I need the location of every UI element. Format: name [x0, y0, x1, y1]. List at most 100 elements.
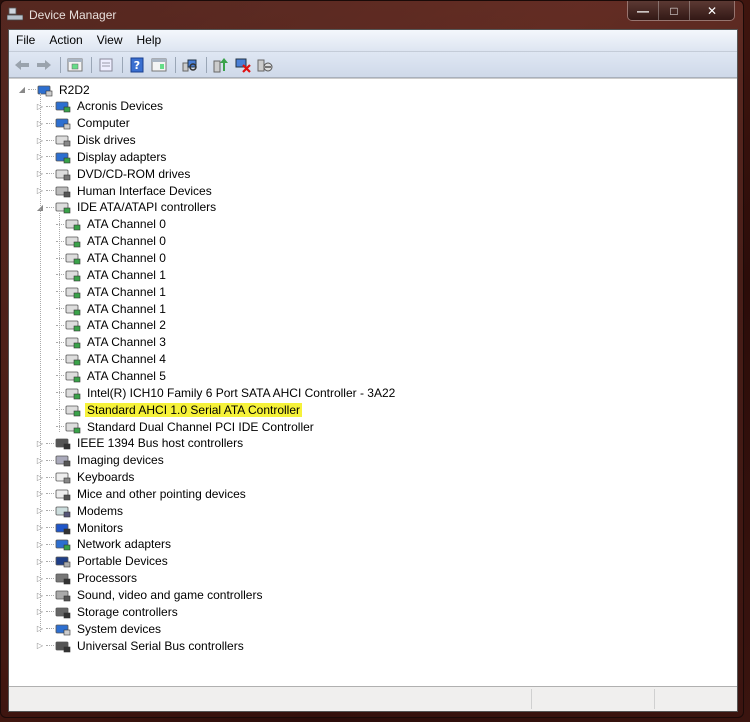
show-action-pane-button[interactable]	[149, 56, 169, 74]
tree-connector	[46, 543, 54, 545]
tree-item-label: Sound, video and game controllers	[77, 588, 263, 602]
uninstall-device-button[interactable]	[233, 56, 253, 74]
show-hide-console-tree-button[interactable]	[65, 56, 85, 74]
toolbar-separator	[206, 56, 207, 73]
tree-device[interactable]: ATA Channel 2	[55, 317, 168, 334]
tree-connector	[56, 324, 64, 326]
tree-connector	[46, 190, 54, 192]
tree-device[interactable]: ATA Channel 1	[55, 266, 168, 283]
tree-category[interactable]: ▷ Display adapters	[35, 148, 168, 165]
tree-connector	[46, 139, 54, 141]
tree-category[interactable]: ▷ Monitors	[35, 519, 125, 536]
toolbar-separator	[60, 56, 61, 73]
tree-device[interactable]: ATA Channel 4	[55, 351, 168, 368]
toolbar-separator	[122, 56, 123, 73]
toolbar: ?	[9, 52, 737, 79]
tree-device[interactable]: ATA Channel 0	[55, 250, 168, 267]
tree-connector	[46, 476, 54, 478]
back-button[interactable]	[12, 56, 32, 74]
tree-item-label: ATA Channel 0	[87, 234, 166, 249]
menu-file[interactable]: File	[9, 30, 42, 51]
ata-icon	[65, 354, 81, 366]
tree-category[interactable]: ▷ Portable Devices	[35, 553, 170, 570]
tree-category[interactable]: ◢ IDE ATA/ATAPI controllers	[35, 199, 218, 216]
tree-item-label: Standard Dual Channel PCI IDE Controller	[87, 419, 314, 434]
properties-button[interactable]	[96, 56, 116, 74]
tree-category[interactable]: ▷ System devices	[35, 620, 163, 637]
disable-device-button[interactable]	[255, 56, 275, 74]
menu-action[interactable]: Action	[42, 30, 89, 51]
ata-icon	[65, 270, 81, 282]
collapse-arrow-icon[interactable]: ◢	[17, 85, 27, 94]
tree-guide-line	[59, 212, 60, 432]
close-button[interactable]: ✕	[689, 1, 734, 20]
tree-category[interactable]: ▷ Storage controllers	[35, 603, 180, 620]
tree-item-label: Mice and other pointing devices	[77, 486, 246, 501]
tree-category[interactable]: ▷ Mice and other pointing devices	[35, 485, 248, 502]
tree-device[interactable]: ATA Channel 1	[55, 283, 168, 300]
tree-category[interactable]: ▷ Computer	[35, 115, 132, 132]
tree-category[interactable]: ▷ Disk drives	[35, 132, 138, 149]
tree-connector	[46, 156, 54, 158]
tree-device[interactable]: Standard Dual Channel PCI IDE Controller	[55, 418, 316, 435]
tree-category[interactable]: ▷ Modems	[35, 502, 125, 519]
tree-item-label: Processors	[77, 571, 138, 586]
tree-connector	[46, 122, 54, 124]
tree-category[interactable]: ▷ Human Interface Devices	[35, 182, 214, 199]
tree-connector	[56, 341, 64, 343]
tree-category[interactable]: ▷ IEEE 1394 Bus host controllers	[35, 435, 245, 452]
tree-connector	[46, 577, 54, 579]
forward-arrow-icon	[37, 59, 51, 70]
tree-device[interactable]: ATA Channel 1	[55, 300, 168, 317]
help-button[interactable]: ?	[127, 56, 147, 74]
tree-connector	[56, 375, 64, 377]
tree-connector	[46, 493, 54, 495]
expand-arrow-icon[interactable]: ▷	[35, 641, 45, 650]
maximize-button[interactable]: □	[658, 1, 689, 20]
tree-category[interactable]: ▷ DVD/CD-ROM drives	[35, 165, 192, 182]
tree-category[interactable]: ▷ Network adapters	[35, 536, 173, 553]
tree-item-label: Monitors	[77, 520, 124, 535]
tree-device[interactable]: ATA Channel 0	[55, 216, 168, 233]
tree-device[interactable]: Standard AHCI 1.0 Serial ATA Controller	[55, 401, 302, 418]
tree-category[interactable]: ▷ Processors	[35, 570, 139, 587]
hid-icon	[55, 186, 71, 197]
tree-item-label: ATA Channel 1	[87, 267, 166, 282]
tree-item-label: ATA Channel 3	[87, 335, 166, 350]
tree-category[interactable]: ▷ Universal Serial Bus controllers	[35, 637, 246, 654]
tree-item-label: System devices	[77, 621, 162, 636]
tree-item-label: ATA Channel 5	[87, 368, 166, 383]
tree-item-label: Imaging devices	[77, 453, 164, 468]
device-tree[interactable]: ◢ R2D2 ▷ Acronis Devices ▷ Computer ▷ Disk driv…	[9, 78, 737, 685]
tree-item-label: Intel(R) ICH10 Family 6 Port SATA AHCI C…	[87, 385, 396, 400]
minimize-button[interactable]: —	[628, 1, 658, 20]
tree-device[interactable]: ATA Channel 0	[55, 233, 168, 250]
tree-item-label: Modems	[77, 503, 124, 518]
tree-category[interactable]: ▷ Acronis Devices	[35, 98, 165, 115]
tree-category[interactable]: ▷ Keyboards	[35, 469, 136, 486]
tree-device[interactable]: Intel(R) ICH10 Family 6 Port SATA AHCI C…	[55, 384, 397, 401]
tree-item-label: DVD/CD-ROM drives	[77, 166, 191, 181]
tree-connector	[46, 611, 54, 613]
scan-hardware-changes-button[interactable]	[180, 56, 200, 74]
update-driver-button[interactable]	[211, 56, 231, 74]
tree-connector	[56, 409, 64, 411]
tree-connector	[46, 173, 54, 175]
tree-device[interactable]: ATA Channel 5	[55, 367, 168, 384]
ieee1394-icon	[55, 438, 71, 450]
tree-item-label: IDE ATA/ATAPI controllers	[77, 200, 217, 215]
tree-root-computer[interactable]: ◢ R2D2	[17, 81, 92, 98]
menu-help[interactable]: Help	[130, 30, 169, 51]
ata-icon	[65, 337, 81, 349]
title-bar[interactable]: Device Manager — □ ✕	[1, 1, 743, 29]
forward-button[interactable]	[34, 56, 54, 74]
tree-connector	[56, 392, 64, 394]
tree-connector	[46, 527, 54, 529]
menu-bar: File Action View Help	[9, 30, 737, 52]
tree-connector	[56, 308, 64, 310]
menu-view[interactable]: View	[90, 30, 130, 51]
tree-item-label: ATA Channel 1	[87, 301, 166, 316]
tree-category[interactable]: ▷ Sound, video and game controllers	[35, 587, 264, 604]
tree-category[interactable]: ▷ Imaging devices	[35, 452, 166, 469]
tree-device[interactable]: ATA Channel 3	[55, 334, 168, 351]
